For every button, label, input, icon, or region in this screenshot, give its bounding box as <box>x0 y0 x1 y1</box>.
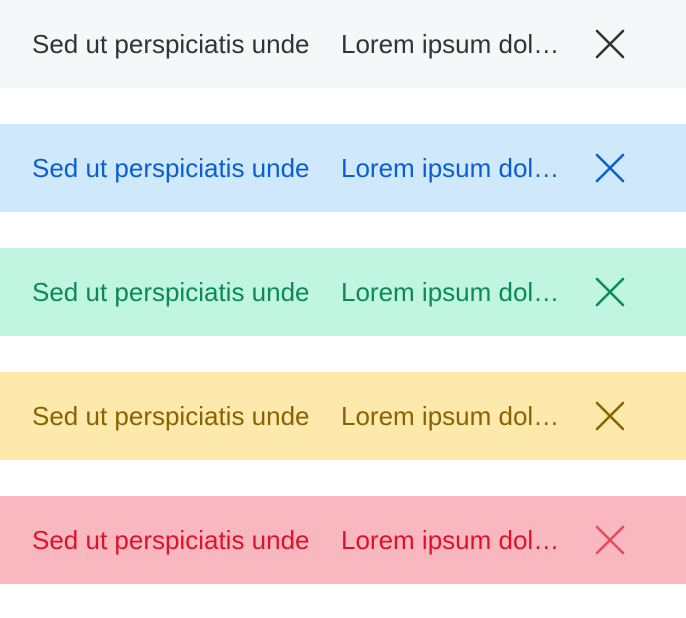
alert-message: Lorem ipsum dolor sit amet, consectetur … <box>341 277 563 307</box>
close-icon <box>595 277 625 307</box>
alert-default: Sed ut perspiciatis unde Lorem ipsum dol… <box>0 0 686 88</box>
alert-message: Lorem ipsum dolor sit amet, consectetur … <box>341 153 563 183</box>
alert-info: Sed ut perspiciatis unde Lorem ipsum dol… <box>0 124 686 212</box>
alert-title: Sed ut perspiciatis unde <box>32 153 310 183</box>
close-icon <box>595 29 625 59</box>
alert-title: Sed ut perspiciatis unde <box>32 29 310 59</box>
close-button[interactable] <box>592 150 628 186</box>
alert-stack: Sed ut perspiciatis unde Lorem ipsum dol… <box>0 0 686 618</box>
alert-message: Lorem ipsum dolor sit amet, consectetur … <box>341 401 563 431</box>
close-icon <box>595 153 625 183</box>
alert-title: Sed ut perspiciatis unde <box>32 525 310 555</box>
close-button[interactable] <box>592 274 628 310</box>
close-button[interactable] <box>592 522 628 558</box>
alert-warning: Sed ut perspiciatis unde Lorem ipsum dol… <box>0 372 686 460</box>
close-icon <box>595 525 625 555</box>
alert-success: Sed ut perspiciatis unde Lorem ipsum dol… <box>0 248 686 336</box>
alert-danger: Sed ut perspiciatis unde Lorem ipsum dol… <box>0 496 686 584</box>
alert-message: Lorem ipsum dolor sit amet, consectetur … <box>341 525 563 555</box>
close-icon <box>595 401 625 431</box>
close-button[interactable] <box>592 26 628 62</box>
close-button[interactable] <box>592 398 628 434</box>
alert-message: Lorem ipsum dolor sit amet, consectetur … <box>341 29 563 59</box>
alert-title: Sed ut perspiciatis unde <box>32 277 310 307</box>
alert-title: Sed ut perspiciatis unde <box>32 401 310 431</box>
